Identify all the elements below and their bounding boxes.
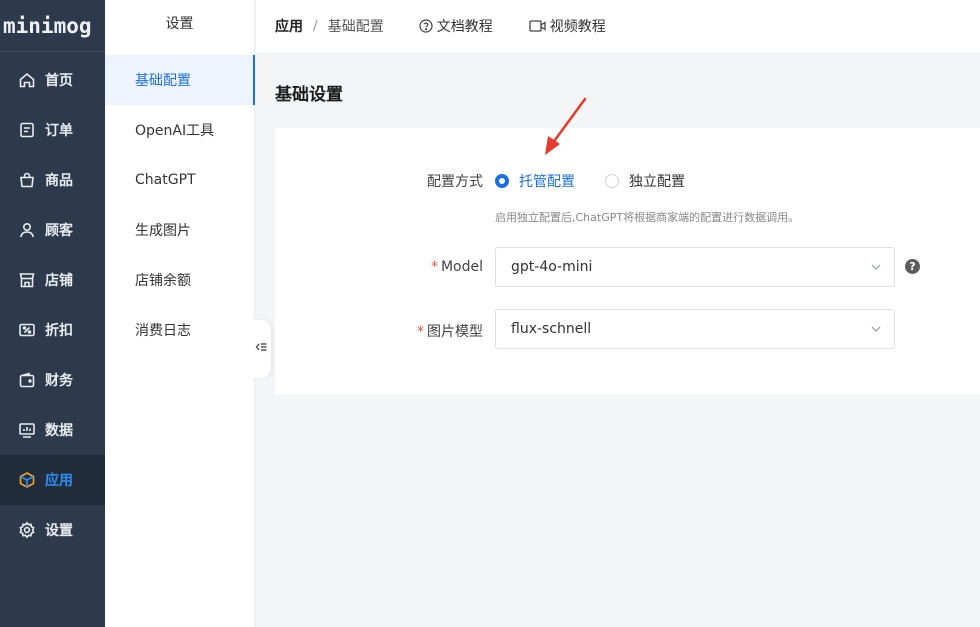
radio-dot [605,174,619,188]
nav-item-label: 折扣 [45,323,73,339]
model-label-text: Model [440,259,483,275]
chevron-down-icon [870,261,882,277]
store-icon [18,271,36,289]
box-icon [18,471,36,489]
chevron-down-icon [870,323,882,339]
nav-item-discounts[interactable]: 折扣 [0,305,105,355]
wallet-icon [18,371,36,389]
image-model-label-text: 图片模型 [427,324,483,340]
submenu-title: 设置 [165,16,194,32]
nav-item-label: 数据 [45,423,73,439]
discount-icon [18,321,36,339]
gear-icon [18,521,36,539]
nav-item-label: 商品 [45,173,73,189]
submenu-item-generate-image[interactable]: 生成图片 [105,205,255,255]
main-sidebar: minimog 首页 订单 商品 顾客 店铺 折扣 财务 数据 应用 设置 [0,0,105,627]
user-icon [18,221,36,239]
nav-item-label: 订单 [45,123,73,139]
top-bar: 应用 / 基础配置 文档教程 视频教程 [256,0,980,52]
collapse-icon [255,341,267,357]
radio-independent-label: 独立配置 [629,174,685,190]
video-tutorial-label: 视频教程 [549,19,606,35]
nav-item-home[interactable]: 首页 [0,55,105,105]
submenu-item-consumption-log[interactable]: 消费日志 [105,305,255,355]
home-icon [18,71,36,89]
radio-managed-label: 托管配置 [519,174,575,190]
required-mark: * [417,324,424,340]
nav-item-data[interactable]: 数据 [0,405,105,455]
chart-icon [18,421,36,439]
settings-submenu: 设置 基础配置 OpenAI工具 ChatGPT 生成图片 店铺余额 消费日志 [105,0,255,627]
radio-dot [495,174,509,188]
image-model-label: * 图片模型 [400,321,483,341]
submenu-item-store-balance[interactable]: 店铺余额 [105,255,255,305]
nav-item-label: 财务 [45,373,73,389]
nav-item-orders[interactable]: 订单 [0,105,105,155]
nav-item-store[interactable]: 店铺 [0,255,105,305]
nav-item-customers[interactable]: 顾客 [0,205,105,255]
nav-item-label: 设置 [45,523,73,539]
annotation-arrow-icon [545,97,587,155]
config-mode-label: 配置方式 [427,174,483,190]
nav-item-settings[interactable]: 设置 [0,505,105,555]
image-model-select-value: flux-schnell [511,321,592,337]
model-select[interactable]: gpt-4o-mini [495,247,895,287]
nav-item-label: 店铺 [45,273,73,289]
question-circle-icon [419,19,433,33]
breadcrumb-current[interactable]: 应用 [275,16,303,36]
video-icon [529,20,546,32]
nav-item-finance[interactable]: 财务 [0,355,105,405]
radio-managed-config[interactable]: 托管配置 [495,171,575,191]
collapse-submenu-button[interactable] [251,320,271,378]
page-title: 基础设置 [275,85,343,105]
radio-independent-config[interactable]: 独立配置 [605,171,685,191]
nav-item-label: 应用 [45,473,73,489]
doc-tutorial-label: 文档教程 [436,19,493,35]
image-model-select[interactable]: flux-schnell [495,309,895,349]
required-mark: * [430,259,438,275]
order-icon [18,121,36,139]
model-help-icon[interactable]: ? [905,259,920,274]
submenu-item-openai-tools[interactable]: OpenAI工具 [105,105,255,155]
doc-tutorial-link[interactable]: 文档教程 [419,16,493,36]
app-logo[interactable]: minimog [0,0,105,52]
bag-icon [18,171,36,189]
submenu-item-basic-config[interactable]: 基础配置 [105,55,255,105]
submenu-item-chatgpt[interactable]: ChatGPT [105,155,255,205]
model-select-value: gpt-4o-mini [511,259,593,275]
nav-item-products[interactable]: 商品 [0,155,105,205]
config-mode-hint: 启用独立配置后,ChatGPT将根据商家端的配置进行数据调用。 [495,211,800,224]
nav-item-label: 顾客 [45,223,73,239]
nav-item-label: 首页 [45,73,73,89]
nav-item-apps[interactable]: 应用 [0,455,105,505]
model-label: * Model [400,259,483,275]
video-tutorial-link[interactable]: 视频教程 [529,16,606,36]
breadcrumb-separator: / [313,18,318,34]
breadcrumb-page: 基础配置 [327,19,384,35]
